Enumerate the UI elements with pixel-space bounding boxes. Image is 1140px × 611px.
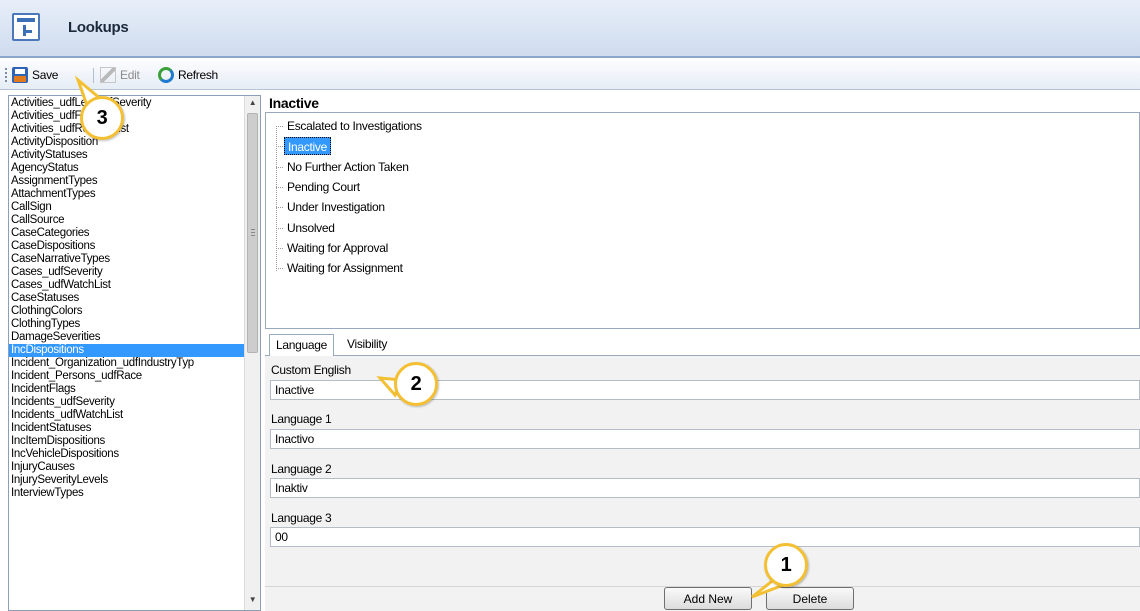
callout-2: 2 <box>394 362 438 406</box>
callout-3: 3 <box>80 96 124 140</box>
callout-tails <box>74 75 790 599</box>
callout-1: 1 <box>764 543 808 587</box>
